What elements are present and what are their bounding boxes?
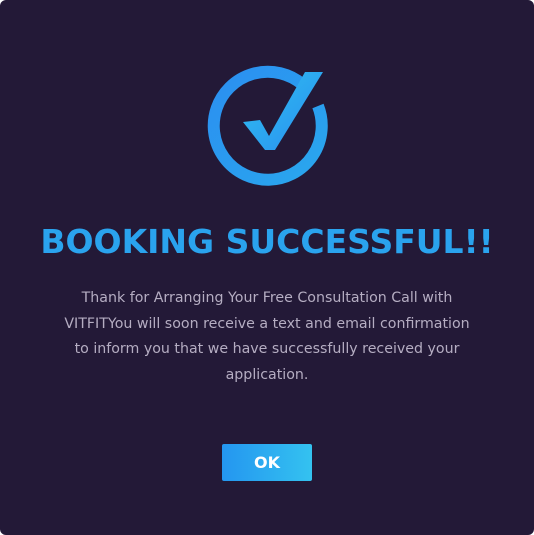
check-circle-icon [205,64,329,188]
booking-success-dialog: BOOKING SUCCESSFUL!! Thank for Arranging… [0,0,534,535]
dialog-message: Thank for Arranging Your Free Consultati… [64,290,470,383]
ok-button[interactable]: OK [222,444,312,481]
dialog-title: BOOKING SUCCESSFUL!! [40,222,494,261]
